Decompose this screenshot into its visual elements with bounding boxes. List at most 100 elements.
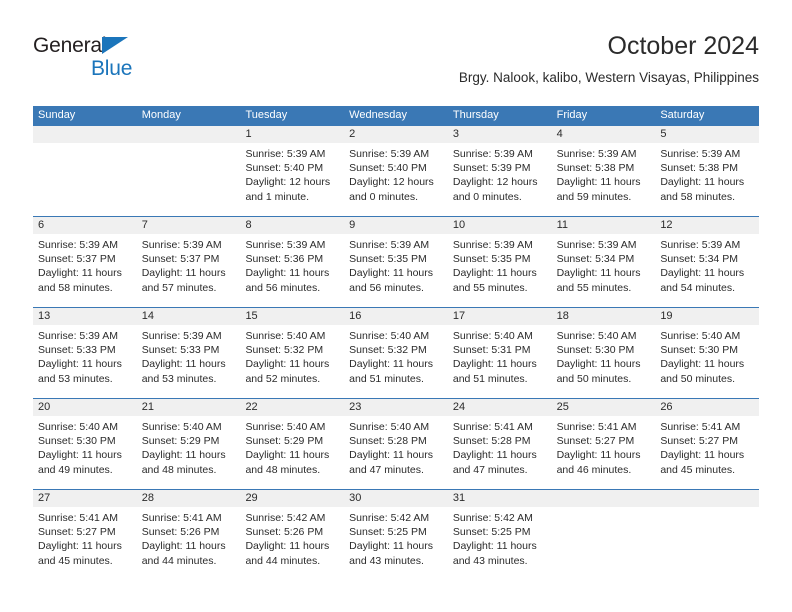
- day-cell[interactable]: 4 Sunrise: 5:39 AM Sunset: 5:38 PM Dayli…: [551, 126, 656, 216]
- day-cell[interactable]: 21 Sunrise: 5:40 AM Sunset: 5:29 PM Dayl…: [136, 399, 241, 489]
- day-details: Sunrise: 5:39 AM Sunset: 5:35 PM Dayligh…: [448, 234, 552, 295]
- day-cell[interactable]: [655, 490, 760, 580]
- day-cell[interactable]: 17 Sunrise: 5:40 AM Sunset: 5:31 PM Dayl…: [447, 308, 552, 398]
- day-number: 31: [447, 490, 552, 507]
- sunset-text: Sunset: 5:40 PM: [349, 162, 427, 175]
- daylight-text-line1: Daylight: 12 hours: [245, 176, 331, 189]
- day-number: 25: [551, 399, 656, 416]
- sunrise-text: Sunrise: 5:40 AM: [349, 330, 430, 342]
- day-cell[interactable]: 26 Sunrise: 5:41 AM Sunset: 5:27 PM Dayl…: [655, 399, 760, 489]
- daylight-text-line2: and 58 minutes.: [660, 190, 736, 203]
- sunrise-text: Sunrise: 5:40 AM: [38, 421, 118, 433]
- day-number: 16: [344, 308, 448, 325]
- day-cell[interactable]: 25 Sunrise: 5:41 AM Sunset: 5:27 PM Dayl…: [551, 399, 656, 489]
- day-cell[interactable]: 1 Sunrise: 5:39 AM Sunset: 5:40 PM Dayli…: [240, 126, 345, 216]
- daylight-text-line1: Daylight: 11 hours: [141, 358, 226, 371]
- daylight-text-line2: and 47 minutes.: [349, 463, 424, 476]
- day-cell[interactable]: 5 Sunrise: 5:39 AM Sunset: 5:38 PM Dayli…: [655, 126, 760, 216]
- day-cell[interactable]: 7 Sunrise: 5:39 AM Sunset: 5:37 PM Dayli…: [136, 217, 241, 307]
- day-number: 20: [33, 399, 137, 416]
- day-cell[interactable]: 18 Sunrise: 5:40 AM Sunset: 5:30 PM Dayl…: [551, 308, 656, 398]
- day-cell[interactable]: 13 Sunrise: 5:39 AM Sunset: 5:33 PM Dayl…: [33, 308, 137, 398]
- day-number: 3: [447, 126, 552, 143]
- day-details: Sunrise: 5:40 AM Sunset: 5:30 PM Dayligh…: [655, 325, 759, 386]
- daylight-text-line1: Daylight: 11 hours: [349, 449, 434, 462]
- day-number: [136, 126, 241, 143]
- day-cell[interactable]: 23 Sunrise: 5:40 AM Sunset: 5:28 PM Dayl…: [344, 399, 448, 489]
- daylight-text-line2: and 0 minutes.: [452, 190, 522, 203]
- sunrise-text: Sunrise: 5:42 AM: [349, 512, 430, 524]
- daylight-text-line2: and 59 minutes.: [556, 190, 632, 203]
- day-cell[interactable]: 24 Sunrise: 5:41 AM Sunset: 5:28 PM Dayl…: [447, 399, 552, 489]
- daylight-text-line1: Daylight: 11 hours: [245, 540, 330, 553]
- day-number: 14: [136, 308, 241, 325]
- day-cell[interactable]: 9 Sunrise: 5:39 AM Sunset: 5:35 PM Dayli…: [344, 217, 448, 307]
- day-cell[interactable]: 30 Sunrise: 5:42 AM Sunset: 5:25 PM Dayl…: [344, 490, 448, 580]
- daylight-text-line1: Daylight: 11 hours: [245, 358, 330, 371]
- day-details: [552, 507, 656, 511]
- sunset-text: Sunset: 5:35 PM: [452, 253, 531, 266]
- daylight-text-line2: and 56 minutes.: [245, 281, 321, 294]
- day-cell[interactable]: 2 Sunrise: 5:39 AM Sunset: 5:40 PM Dayli…: [344, 126, 448, 216]
- day-cell[interactable]: [136, 126, 241, 216]
- day-cell[interactable]: 16 Sunrise: 5:40 AM Sunset: 5:32 PM Dayl…: [344, 308, 448, 398]
- day-cell[interactable]: 15 Sunrise: 5:40 AM Sunset: 5:32 PM Dayl…: [240, 308, 345, 398]
- day-number: 15: [240, 308, 345, 325]
- day-details: Sunrise: 5:41 AM Sunset: 5:27 PM Dayligh…: [552, 416, 656, 477]
- daylight-text-line1: Daylight: 11 hours: [141, 540, 226, 553]
- page-subtitle: Brgy. Nalook, kalibo, Western Visayas, P…: [458, 70, 759, 85]
- generalblue-logo: General Blue: [33, 35, 253, 87]
- daylight-text-line2: and 54 minutes.: [660, 281, 736, 294]
- weekday-header-saturday: Saturday: [660, 109, 705, 121]
- daylight-text-line2: and 44 minutes.: [141, 554, 217, 567]
- day-cell[interactable]: 14 Sunrise: 5:39 AM Sunset: 5:33 PM Dayl…: [136, 308, 241, 398]
- daylight-text-line2: and 0 minutes.: [349, 190, 419, 203]
- day-cell[interactable]: 3 Sunrise: 5:39 AM Sunset: 5:39 PM Dayli…: [447, 126, 552, 216]
- day-cell[interactable]: 10 Sunrise: 5:39 AM Sunset: 5:35 PM Dayl…: [447, 217, 552, 307]
- sunset-text: Sunset: 5:39 PM: [452, 162, 531, 175]
- day-details: Sunrise: 5:39 AM Sunset: 5:33 PM Dayligh…: [33, 325, 137, 386]
- day-cell[interactable]: 22 Sunrise: 5:40 AM Sunset: 5:29 PM Dayl…: [240, 399, 345, 489]
- daylight-text-line2: and 46 minutes.: [556, 463, 632, 476]
- daylight-text-line1: Daylight: 11 hours: [38, 267, 122, 280]
- day-cell[interactable]: 27 Sunrise: 5:41 AM Sunset: 5:27 PM Dayl…: [33, 490, 137, 580]
- day-details: Sunrise: 5:41 AM Sunset: 5:27 PM Dayligh…: [33, 507, 137, 568]
- sunrise-text: Sunrise: 5:41 AM: [660, 421, 741, 433]
- sunset-text: Sunset: 5:40 PM: [245, 162, 324, 175]
- daylight-text-line2: and 44 minutes.: [245, 554, 321, 567]
- day-cell[interactable]: [33, 126, 137, 216]
- sunrise-text: Sunrise: 5:39 AM: [660, 239, 741, 251]
- day-number: 30: [344, 490, 448, 507]
- sunrise-text: Sunrise: 5:40 AM: [245, 330, 326, 342]
- sunset-text: Sunset: 5:27 PM: [38, 526, 116, 539]
- day-details: Sunrise: 5:41 AM Sunset: 5:26 PM Dayligh…: [137, 507, 241, 568]
- day-cell[interactable]: 12 Sunrise: 5:39 AM Sunset: 5:34 PM Dayl…: [655, 217, 760, 307]
- day-cell[interactable]: 6 Sunrise: 5:39 AM Sunset: 5:37 PM Dayli…: [33, 217, 137, 307]
- calendar-week-row: 20 Sunrise: 5:40 AM Sunset: 5:30 PM Dayl…: [33, 398, 760, 489]
- day-cell[interactable]: 11 Sunrise: 5:39 AM Sunset: 5:34 PM Dayl…: [551, 217, 656, 307]
- day-cell[interactable]: 29 Sunrise: 5:42 AM Sunset: 5:26 PM Dayl…: [240, 490, 345, 580]
- sunrise-text: Sunrise: 5:40 AM: [660, 330, 741, 342]
- day-cell[interactable]: [551, 490, 656, 580]
- daylight-text-line1: Daylight: 11 hours: [141, 449, 226, 462]
- day-details: Sunrise: 5:40 AM Sunset: 5:32 PM Dayligh…: [240, 325, 344, 386]
- day-cell[interactable]: 28 Sunrise: 5:41 AM Sunset: 5:26 PM Dayl…: [136, 490, 241, 580]
- day-details: Sunrise: 5:40 AM Sunset: 5:31 PM Dayligh…: [448, 325, 552, 386]
- day-details: Sunrise: 5:39 AM Sunset: 5:36 PM Dayligh…: [240, 234, 344, 295]
- day-details: Sunrise: 5:39 AM Sunset: 5:40 PM Dayligh…: [240, 143, 344, 204]
- daylight-text-line2: and 52 minutes.: [245, 372, 321, 385]
- daylight-text-line1: Daylight: 11 hours: [245, 449, 330, 462]
- calendar-week-row: 6 Sunrise: 5:39 AM Sunset: 5:37 PM Dayli…: [33, 216, 760, 307]
- day-cell[interactable]: 20 Sunrise: 5:40 AM Sunset: 5:30 PM Dayl…: [33, 399, 137, 489]
- sunrise-text: Sunrise: 5:40 AM: [452, 330, 533, 342]
- day-cell[interactable]: 8 Sunrise: 5:39 AM Sunset: 5:36 PM Dayli…: [240, 217, 345, 307]
- day-number: 29: [240, 490, 345, 507]
- daylight-text-line2: and 1 minute.: [245, 190, 310, 203]
- title-block: October 2024 Brgy. Nalook, kalibo, Weste…: [459, 30, 759, 88]
- day-cell[interactable]: 31 Sunrise: 5:42 AM Sunset: 5:25 PM Dayl…: [447, 490, 552, 580]
- day-details: Sunrise: 5:39 AM Sunset: 5:34 PM Dayligh…: [552, 234, 656, 295]
- day-cell[interactable]: 19 Sunrise: 5:40 AM Sunset: 5:30 PM Dayl…: [655, 308, 760, 398]
- sunrise-text: Sunrise: 5:39 AM: [556, 239, 637, 251]
- day-number: 13: [33, 308, 137, 325]
- sunset-text: Sunset: 5:35 PM: [349, 253, 427, 266]
